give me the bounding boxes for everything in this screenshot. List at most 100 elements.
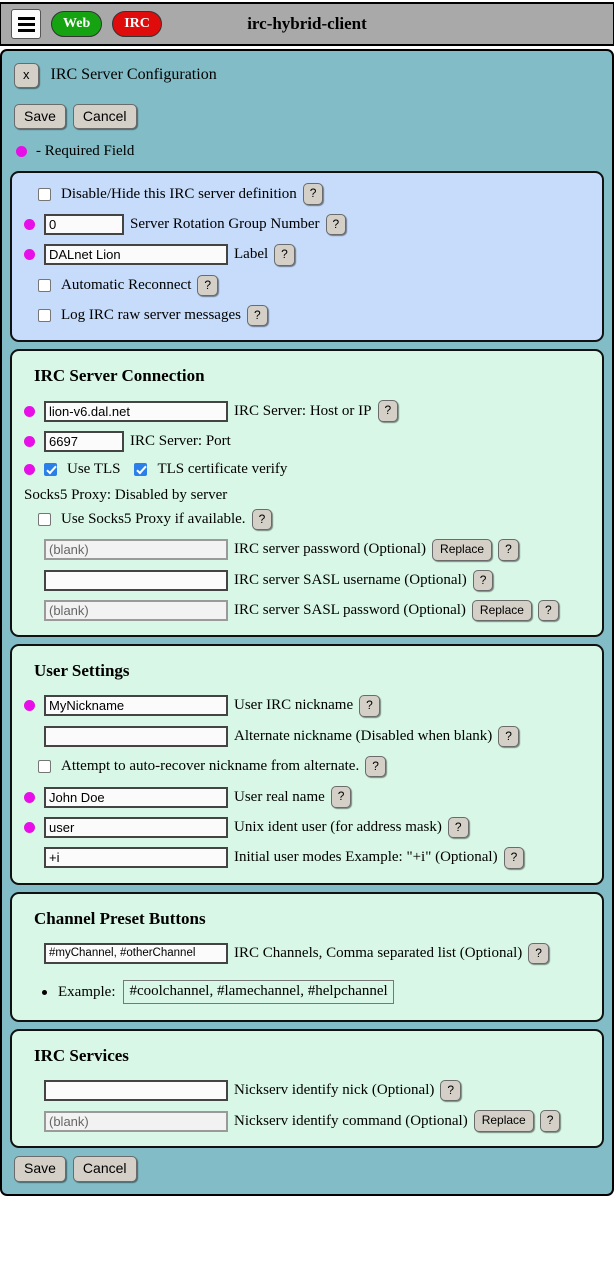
- help-button-socks5[interactable]: ?: [251, 508, 273, 531]
- use-socks5-checkbox[interactable]: [38, 512, 51, 526]
- channel-preset-heading: Channel Preset Buttons: [34, 908, 206, 928]
- row-socks5: Use Socks5 Proxy if available. ?: [38, 508, 590, 531]
- server-definition-section: Disable/Hide this IRC server definition …: [10, 171, 604, 343]
- help-button-sasl-password[interactable]: ?: [537, 599, 559, 622]
- hamburger-bar: [17, 28, 35, 32]
- channels-input[interactable]: [44, 942, 228, 964]
- app-page: Web IRC irc-hybrid-client x IRC Server C…: [0, 2, 614, 1196]
- panel-title-row: x IRC Server Configuration: [10, 59, 604, 90]
- channel-example-prefix: Example:: [58, 983, 116, 1000]
- help-button-auto-recover[interactable]: ?: [365, 756, 386, 778]
- use-socks5-label: Use Socks5 Proxy if available.: [61, 510, 246, 527]
- channel-example-value: #coolchannel, #lamechannel, #helpchannel: [123, 980, 394, 1005]
- close-button[interactable]: x: [14, 63, 39, 88]
- dot-spacer: [24, 852, 35, 863]
- row-alt-nickname: Alternate nickname (Disabled when blank)…: [24, 725, 590, 748]
- replace-button-server-password[interactable]: Replace: [432, 539, 493, 561]
- channels-label: IRC Channels, Comma separated list (Opti…: [234, 944, 523, 961]
- server-config-panel: x IRC Server Configuration Save Cancel -…: [0, 49, 614, 1196]
- help-button-real-name[interactable]: ?: [330, 786, 352, 808]
- row-host: IRC Server: Host or IP ?: [24, 400, 590, 422]
- replace-button-nickserv-command[interactable]: Replace: [473, 1110, 534, 1132]
- save-button-bottom[interactable]: Save: [14, 1155, 66, 1182]
- server-label-label: Label: [234, 246, 269, 263]
- nickserv-nick-label: Nickserv identify nick (Optional): [234, 1082, 435, 1099]
- help-button-disable-hide[interactable]: ?: [302, 183, 324, 205]
- user-settings-section: User Settings User IRC nickname ? Altern…: [10, 644, 604, 885]
- irc-services-section: IRC Services Nickserv identify nick (Opt…: [10, 1029, 604, 1148]
- row-auto-reconnect: Automatic Reconnect ?: [38, 274, 590, 296]
- user-modes-label: Initial user modes Example: "+i" (Option…: [234, 849, 498, 866]
- nickname-input[interactable]: [44, 695, 228, 717]
- hamburger-icon[interactable]: [11, 9, 41, 39]
- irc-button[interactable]: IRC: [112, 10, 162, 38]
- save-button-top[interactable]: Save: [14, 103, 66, 130]
- help-button-server-password[interactable]: ?: [498, 539, 519, 561]
- rotation-group-input[interactable]: [44, 213, 124, 235]
- help-button-user-modes[interactable]: ?: [503, 847, 525, 869]
- cancel-button-top[interactable]: Cancel: [72, 103, 137, 130]
- nickserv-command-label: Nickserv identify command (Optional): [234, 1112, 468, 1129]
- sasl-username-input[interactable]: [44, 569, 228, 591]
- port-label: IRC Server: Port: [130, 432, 231, 449]
- real-name-label: User real name: [234, 788, 325, 805]
- auto-reconnect-label: Automatic Reconnect: [61, 276, 192, 293]
- nickserv-command-input[interactable]: [44, 1110, 228, 1132]
- required-dot-icon: [24, 435, 35, 447]
- help-button-server-label[interactable]: ?: [274, 244, 295, 266]
- row-nickserv-command: Nickserv identify command (Optional) Rep…: [24, 1110, 590, 1132]
- app-header: Web IRC irc-hybrid-client: [0, 2, 614, 46]
- web-button[interactable]: Web: [51, 10, 103, 38]
- use-tls-checkbox[interactable]: [44, 462, 57, 476]
- required-dot-icon: [24, 791, 35, 803]
- help-button-nickserv-command[interactable]: ?: [539, 1110, 561, 1132]
- replace-button-sasl-password[interactable]: Replace: [471, 599, 532, 622]
- help-button-channels[interactable]: ?: [528, 942, 549, 965]
- hamburger-bar: [17, 16, 35, 20]
- cancel-button-bottom[interactable]: Cancel: [72, 1155, 137, 1182]
- bottom-button-row: Save Cancel: [10, 1148, 604, 1182]
- user-settings-heading: User Settings: [34, 661, 130, 681]
- server-password-label: IRC server password (Optional): [234, 541, 427, 558]
- auto-reconnect-checkbox[interactable]: [38, 278, 51, 292]
- required-legend-label: - Required Field: [36, 143, 135, 160]
- help-button-rotation-group[interactable]: ?: [325, 213, 347, 236]
- disable-hide-checkbox[interactable]: [38, 187, 51, 201]
- use-tls-label: Use TLS: [67, 460, 121, 477]
- irc-services-heading: IRC Services: [34, 1046, 129, 1066]
- help-button-nickname[interactable]: ?: [359, 695, 380, 717]
- row-server-password: IRC server password (Optional) Replace ?: [24, 539, 590, 561]
- alt-nickname-input[interactable]: [44, 725, 228, 747]
- nickserv-nick-input[interactable]: [44, 1080, 228, 1102]
- ident-user-label: Unix ident user (for address mask): [234, 819, 442, 836]
- help-button-sasl-username[interactable]: ?: [472, 569, 494, 591]
- server-label-input[interactable]: [44, 244, 228, 266]
- help-button-log-raw[interactable]: ?: [246, 304, 268, 327]
- row-port: IRC Server: Port: [24, 430, 590, 452]
- log-raw-checkbox[interactable]: [38, 309, 51, 323]
- user-modes-input[interactable]: [44, 847, 228, 869]
- required-field-legend: - Required Field: [10, 133, 604, 164]
- port-input[interactable]: [44, 430, 124, 452]
- tls-verify-checkbox[interactable]: [134, 462, 148, 476]
- server-password-input[interactable]: [44, 539, 228, 561]
- sasl-password-input[interactable]: [44, 600, 228, 622]
- row-sasl-password: IRC server SASL password (Optional) Repl…: [24, 599, 590, 622]
- real-name-input[interactable]: [44, 786, 228, 808]
- help-button-ident-user[interactable]: ?: [447, 816, 469, 839]
- help-button-auto-reconnect[interactable]: ?: [197, 274, 219, 296]
- row-log-raw: Log IRC raw server messages ?: [38, 304, 590, 327]
- dot-spacer: [24, 605, 35, 616]
- auto-recover-checkbox[interactable]: [38, 760, 51, 774]
- row-tls: Use TLS TLS certificate verify: [24, 461, 590, 478]
- required-dot-icon: [24, 218, 35, 230]
- help-button-host[interactable]: ?: [377, 400, 399, 422]
- host-input[interactable]: [44, 400, 228, 422]
- nickname-label: User IRC nickname: [234, 697, 354, 714]
- top-button-row: Save Cancel: [10, 90, 604, 134]
- help-button-alt-nickname[interactable]: ?: [498, 725, 519, 748]
- ident-user-input[interactable]: [44, 817, 228, 839]
- help-button-nickserv-nick[interactable]: ?: [440, 1080, 462, 1102]
- rotation-group-label: Server Rotation Group Number: [130, 215, 320, 232]
- sasl-username-label: IRC server SASL username (Optional): [234, 571, 467, 588]
